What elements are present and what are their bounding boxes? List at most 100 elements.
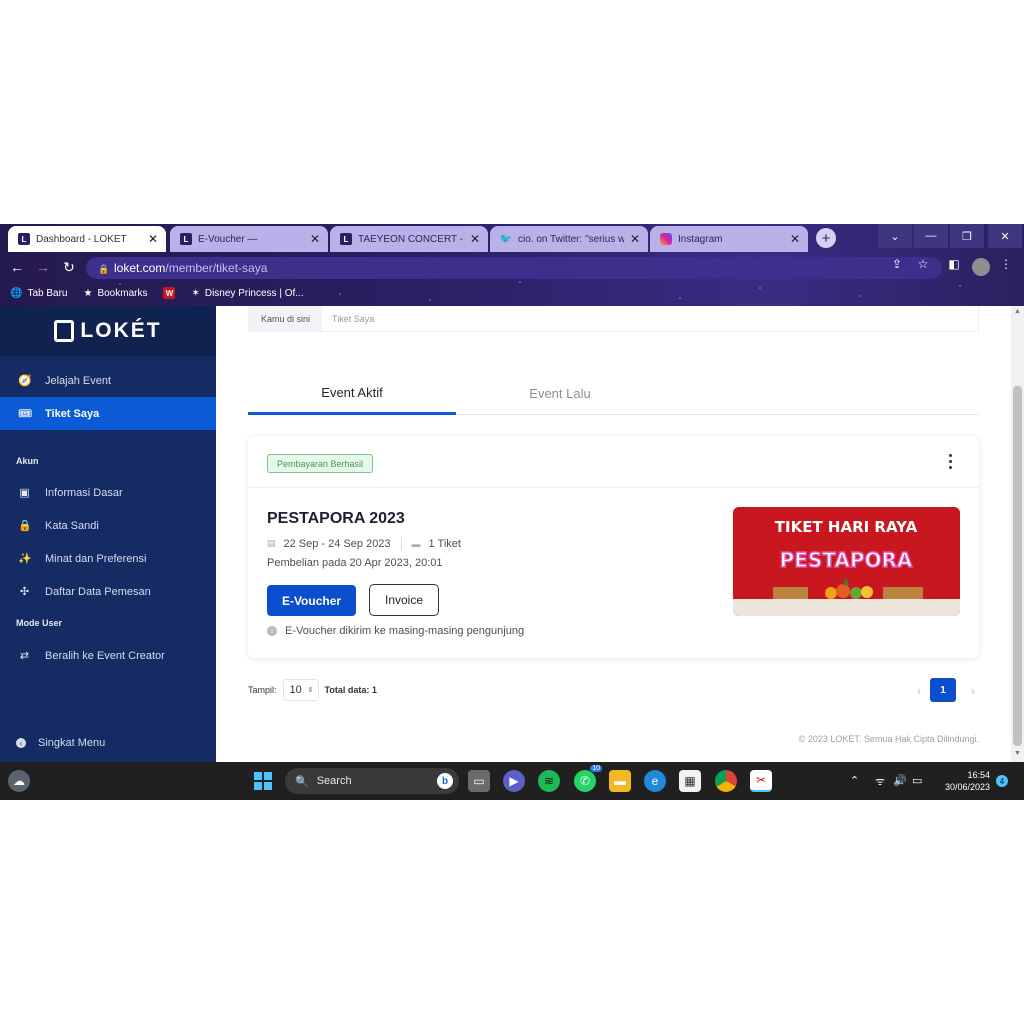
- collapse-menu-button[interactable]: ‹ Singkat Menu: [16, 737, 105, 749]
- side-panel-icon[interactable]: ◧: [946, 257, 962, 271]
- url-path: /member/tiket-saya: [165, 261, 268, 275]
- scroll-up-icon[interactable]: ▲: [1013, 308, 1022, 318]
- share-icon[interactable]: ⇪: [889, 257, 905, 271]
- sparkle-icon: ✨: [18, 553, 32, 565]
- reload-icon[interactable]: ↻: [59, 257, 79, 277]
- bookmark-disney[interactable]: ✶ Disney Princess | Of...: [191, 288, 303, 299]
- file-explorer-icon[interactable]: ▬: [609, 770, 631, 792]
- compass-icon: 🧭: [18, 375, 32, 387]
- calendar-icon: ▤: [267, 538, 276, 548]
- main-content: Kamu di sini Tiket Saya Event Aktif Even…: [216, 305, 1011, 762]
- menu-dots-icon[interactable]: ⋮: [998, 257, 1014, 271]
- back-arrow-icon[interactable]: ←: [7, 257, 27, 277]
- whatsapp-icon[interactable]: ✆ 10: [574, 765, 602, 792]
- browser-tab-twitter[interactable]: 🐦 cio. on Twitter: "serius wtf ✕: [490, 226, 648, 252]
- evoucher-button[interactable]: E-Voucher: [267, 585, 356, 616]
- page-scrollbar[interactable]: ▲ ▼: [1011, 306, 1024, 762]
- sidebar-item-beralih-event-creator[interactable]: ⇄ Beralih ke Event Creator: [0, 639, 216, 672]
- tab-label: Instagram: [678, 233, 723, 245]
- address-bar[interactable]: 🔒 loket.com/member/tiket-saya: [86, 257, 942, 279]
- url-host: loket.com: [114, 261, 166, 275]
- scroll-down-icon[interactable]: ▼: [1013, 750, 1022, 760]
- page-size-select[interactable]: 10 ⇕: [282, 679, 319, 701]
- loket-favicon-icon: L: [340, 233, 352, 245]
- volume-icon[interactable]: 🔊: [893, 774, 907, 787]
- screen: L Dashboard - LOKET ✕ L E-Voucher — ✕ L …: [0, 224, 1024, 800]
- next-page-icon[interactable]: ›: [971, 684, 975, 698]
- sidebar-item-informasi-dasar[interactable]: ▣ Informasi Dasar: [0, 476, 216, 509]
- loket-logo[interactable]: LOKÉT: [0, 306, 216, 356]
- wifi-icon[interactable]: ᯤ: [875, 774, 885, 789]
- close-icon[interactable]: ✕: [310, 232, 320, 246]
- edge-icon[interactable]: e: [644, 770, 666, 792]
- store-icon[interactable]: ▦: [679, 770, 701, 792]
- taskbar-search[interactable]: 🔍 Search b: [285, 768, 459, 794]
- more-options-icon[interactable]: [947, 454, 953, 469]
- event-banner-image[interactable]: TIKET HARI RAYA PESTAPORA: [733, 507, 960, 616]
- bookmark-bookmarks[interactable]: ★ Bookmarks: [83, 288, 147, 299]
- loket-favicon-icon: L: [180, 233, 192, 245]
- sidebar-item-daftar-data-pemesan[interactable]: ✣ Daftar Data Pemesan: [0, 575, 216, 608]
- page-number-button[interactable]: 1: [930, 678, 956, 702]
- info-icon: i: [267, 626, 277, 636]
- close-icon[interactable]: ✕: [630, 232, 640, 246]
- teams-icon[interactable]: ▶: [503, 770, 525, 792]
- browser-tab-evoucher[interactable]: L E-Voucher — ✕: [170, 226, 328, 252]
- scroll-thumb[interactable]: [1013, 386, 1022, 746]
- bookmark-w[interactable]: W: [163, 287, 176, 299]
- sidebar-item-kata-sandi[interactable]: 🔒 Kata Sandi: [0, 509, 216, 542]
- profile-avatar[interactable]: [972, 258, 990, 276]
- sidebar-item-minat-preferensi[interactable]: ✨ Minat dan Preferensi: [0, 542, 216, 575]
- chevron-up-icon[interactable]: ⌃: [850, 774, 859, 787]
- star-icon[interactable]: ☆: [915, 257, 931, 271]
- minimize-button[interactable]: —: [914, 224, 948, 248]
- notification-badge: 10: [590, 765, 602, 772]
- banner-logo-text: PESTAPORA: [780, 548, 913, 572]
- task-view-icon[interactable]: ▭: [468, 770, 490, 792]
- ticket-quantity: 1 Tiket: [428, 537, 461, 550]
- tab-event-lalu[interactable]: Event Lalu: [456, 372, 664, 415]
- browser-tab-taeyeon[interactable]: L TAEYEON CONCERT - THE ✕: [330, 226, 488, 252]
- snipping-tool-icon[interactable]: ✂: [750, 770, 772, 792]
- bing-icon[interactable]: b: [437, 773, 453, 789]
- browser-tab-instagram[interactable]: Instagram ✕: [650, 226, 808, 252]
- battery-icon[interactable]: ▭: [912, 774, 922, 787]
- star-icon: ★: [83, 287, 93, 299]
- weather-icon[interactable]: ☁: [8, 770, 30, 792]
- tab-label: TAEYEON CONCERT - THE: [358, 233, 464, 245]
- new-tab-button[interactable]: +: [816, 228, 836, 248]
- instagram-icon: [660, 233, 672, 245]
- id-card-icon: ▣: [19, 487, 30, 499]
- notification-center-icon[interactable]: 4: [996, 775, 1008, 787]
- close-icon[interactable]: ✕: [470, 232, 480, 246]
- users-icon: ✣: [19, 586, 30, 598]
- prev-page-icon[interactable]: ‹: [917, 684, 921, 698]
- spotify-icon[interactable]: ≋: [538, 770, 560, 792]
- windows-start-icon[interactable]: [252, 770, 274, 792]
- tab-search-button[interactable]: ⌄: [878, 224, 912, 248]
- close-window-button[interactable]: ✕: [988, 224, 1022, 248]
- event-date: 22 Sep - 24 Sep 2023: [283, 537, 391, 550]
- ticket-card-header: Pembayaran Berhasil: [248, 436, 979, 488]
- invoice-button[interactable]: Invoice: [369, 584, 439, 616]
- w-icon: W: [163, 287, 176, 299]
- system-clock[interactable]: 16:54 30/06/2023: [932, 769, 990, 793]
- status-badge: Pembayaran Berhasil: [267, 454, 374, 473]
- sidebar-item-tiket-saya[interactable]: 🎟 Tiket Saya: [0, 397, 216, 430]
- chrome-icon[interactable]: [715, 770, 737, 792]
- pagination-row: Tampil: 10 ⇕ Total data: 1 ‹ 1 ›: [248, 678, 979, 702]
- section-title-mode-user: Mode User: [16, 618, 63, 628]
- tab-event-aktif[interactable]: Event Aktif: [248, 372, 456, 415]
- sidebar-item-jelajah-event[interactable]: 🧭 Jelajah Event: [0, 364, 216, 397]
- switch-icon: ⇄: [19, 650, 30, 662]
- bookmark-tab-baru[interactable]: 🌐 Tab Baru: [10, 288, 67, 299]
- event-tabs: Event Aktif Event Lalu: [248, 372, 979, 415]
- breadcrumb: Kamu di sini Tiket Saya: [248, 305, 979, 332]
- total-data: Total data: 1: [324, 685, 377, 695]
- restore-button[interactable]: ❐: [950, 224, 984, 248]
- close-icon[interactable]: ✕: [148, 232, 158, 246]
- close-icon[interactable]: ✕: [790, 232, 800, 246]
- forward-arrow-icon[interactable]: →: [33, 257, 53, 277]
- stepper-icon: ⇕: [307, 687, 314, 694]
- browser-tab-dashboard[interactable]: L Dashboard - LOKET ✕: [8, 226, 166, 252]
